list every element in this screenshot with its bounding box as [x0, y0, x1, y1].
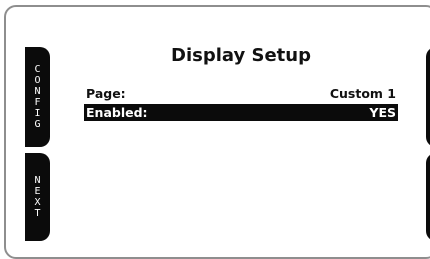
display-device: CONFIG NEXT Display Setup Page: Custom 1…: [4, 5, 430, 259]
right-bottom-softkey[interactable]: [426, 153, 430, 241]
enabled-value: YES: [369, 105, 396, 120]
lcd-screen: Display Setup Page: Custom 1 Enabled: YE…: [84, 41, 398, 241]
enabled-row[interactable]: Enabled: YES: [84, 104, 398, 121]
page-row[interactable]: Page: Custom 1: [84, 85, 398, 102]
page-label: Page:: [86, 86, 126, 101]
enabled-label: Enabled:: [86, 105, 148, 120]
page-value: Custom 1: [329, 86, 396, 101]
next-softkey[interactable]: NEXT: [25, 153, 50, 241]
config-softkey-label: CONFIG: [34, 64, 41, 130]
config-softkey[interactable]: CONFIG: [25, 47, 50, 147]
next-softkey-label: NEXT: [34, 175, 41, 219]
screen-title: Display Setup: [171, 45, 311, 66]
right-top-softkey[interactable]: [426, 47, 430, 147]
